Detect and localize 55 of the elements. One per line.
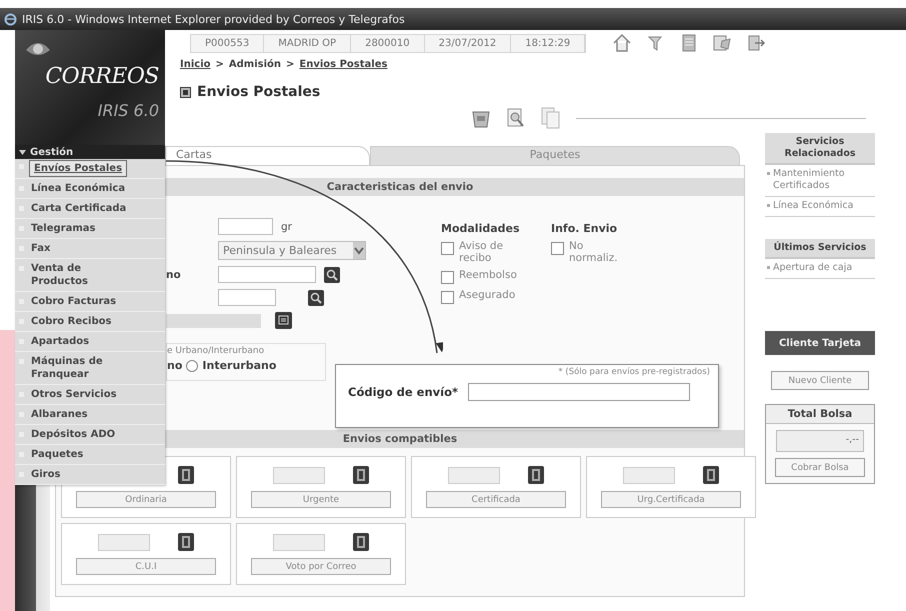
panel-header: Servicios Relacionados [765, 133, 875, 165]
new-client-button[interactable]: Nuevo Cliente [771, 371, 869, 390]
group-title: Info. Envio [551, 222, 618, 235]
total-field: -,-- [776, 430, 864, 452]
checkbox-label: Aviso de recibo [459, 240, 504, 264]
charge-button[interactable]: Cobrar Bolsa [775, 458, 865, 477]
product-name: IRIS 6.0 [98, 101, 159, 120]
breadcrumb-text: > [216, 59, 224, 70]
menu-item[interactable]: Giros [15, 465, 165, 485]
menu-item[interactable]: Otros Servicios [15, 385, 165, 405]
group-legend: e Urbano/Interurbano [167, 346, 321, 356]
service-link[interactable]: Mantenimiento Certificados [773, 168, 875, 192]
checkbox-label: Asegurado [459, 289, 516, 301]
session-info: P000553 [191, 34, 264, 52]
client-card-button[interactable]: Cliente Tarjeta [765, 331, 875, 355]
breadcrumb-link[interactable]: Envios Postales [299, 59, 388, 70]
menu-item[interactable]: Paquetes [15, 445, 165, 465]
menu-item[interactable]: Cobro Facturas [15, 292, 165, 312]
breadcrumb-text: Admisión [228, 59, 282, 70]
service-link[interactable]: Línea Económica [773, 200, 854, 212]
field-label: Código de envío* [348, 385, 458, 399]
menu-item[interactable]: Venta de Productos [15, 259, 165, 292]
window-title: IRIS 6.0 - Windows Internet Explorer provided by Correos y Telegrafos [22, 12, 405, 26]
checkbox-label: Reembolso [459, 269, 517, 281]
panel-header: Total Bolsa [766, 405, 874, 424]
menu-item[interactable]: Máquinas de Franquear [15, 352, 165, 385]
menu-item[interactable]: Envíos Postales [15, 159, 165, 179]
menu-item[interactable]: Línea Económica [15, 179, 165, 199]
panel-header: Últimos Servicios [765, 239, 875, 259]
session-info: 2800010 [351, 34, 425, 52]
menu-item[interactable]: Apartados [15, 332, 165, 352]
session-info: MADRID OP [264, 34, 352, 52]
session-info: 18:12:29 [511, 34, 586, 52]
menu-title: Gestión [30, 146, 74, 158]
menu-item[interactable]: Fax [15, 239, 165, 259]
page-title: Envios Postales [197, 84, 320, 100]
tab[interactable]: Cartas [165, 146, 370, 165]
unit-label: gr [281, 220, 292, 232]
destination-select[interactable]: Peninsula y Baleares [218, 241, 366, 260]
menu-item[interactable]: Cobro Recibos [15, 312, 165, 332]
note-text: * (Sólo para envíos pre-registrados) [558, 367, 710, 377]
option-label: Interurbano [202, 359, 276, 372]
field-label: no [166, 268, 182, 280]
checkbox-label: No normaliz. [569, 240, 619, 264]
menu-item[interactable]: Depósitos ADO [15, 425, 165, 445]
group-title: Modalidades [441, 222, 521, 235]
breadcrumb-text: > [286, 59, 294, 70]
logo-text: CORREOS [45, 64, 159, 89]
option-label: no [167, 359, 182, 372]
menu-item[interactable]: Albaranes [15, 405, 165, 425]
menu-item[interactable]: Telegramas [15, 219, 165, 239]
menu-item[interactable]: Carta Certificada [15, 199, 165, 219]
service-link[interactable]: Apertura de caja [773, 262, 852, 274]
breadcrumb-link[interactable]: Inicio [180, 59, 210, 70]
session-info: 23/07/2012 [424, 34, 512, 52]
